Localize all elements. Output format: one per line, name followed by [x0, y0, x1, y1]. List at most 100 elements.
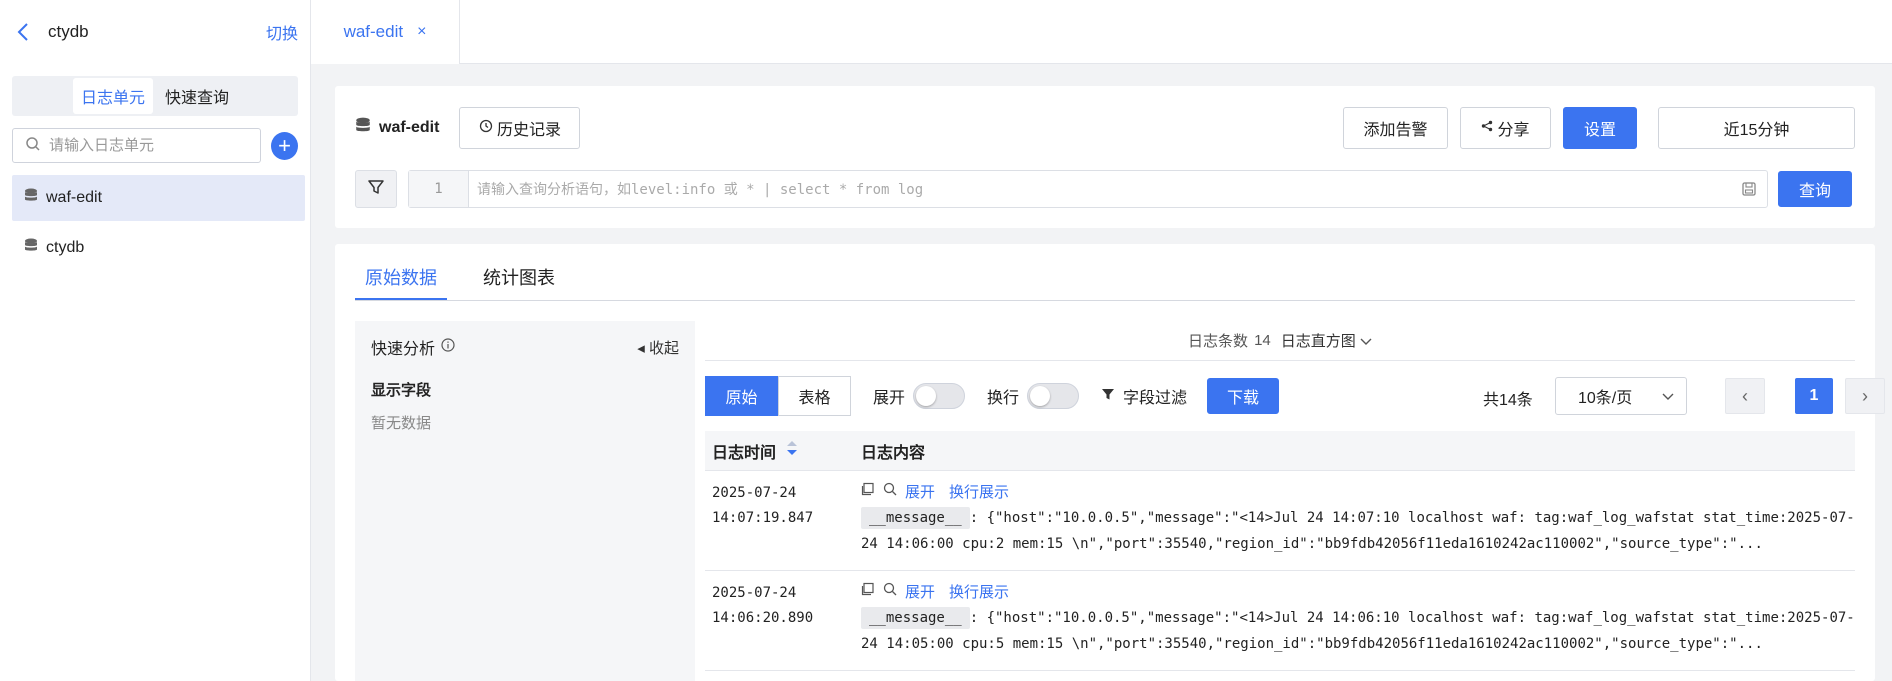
page-size-label: 10条/页	[1578, 390, 1633, 407]
column-content: 日志内容	[861, 444, 926, 462]
database-icon	[355, 117, 371, 140]
row-expand-link[interactable]: 展开	[905, 581, 935, 602]
clock-icon	[479, 119, 493, 138]
database-icon	[24, 238, 38, 259]
quick-analysis-header: 快速分析 ◂ 收起	[371, 321, 679, 373]
chevron-right-icon: ›	[1862, 385, 1868, 406]
add-alert-button[interactable]: 添加告警	[1343, 107, 1448, 149]
log-time: 2025-07-24 14:07:19.847	[705, 471, 861, 570]
log-unit-name: waf-edit	[379, 119, 440, 136]
quick-analysis-title-wrap: 快速分析	[371, 335, 455, 359]
log-message: __message__: {"host":"10.0.0.5","message…	[861, 605, 1855, 657]
search-button[interactable]: 查询	[1778, 171, 1852, 207]
tab-log-units[interactable]: 日志单元	[72, 78, 153, 114]
prev-page-button[interactable]: ‹	[1725, 378, 1765, 414]
sidebar-item-ctydb[interactable]: ctydb	[12, 225, 305, 271]
info-icon[interactable]	[441, 337, 455, 357]
tab-quick-query[interactable]: 快速查询	[157, 78, 237, 114]
share-button[interactable]: 分享	[1460, 107, 1551, 149]
tab-label: waf-edit	[343, 22, 404, 41]
search-icon[interactable]	[883, 582, 897, 600]
collapse-button[interactable]: ◂ 收起	[637, 337, 679, 358]
share-icon	[1481, 119, 1493, 137]
row-actions: 展开 换行展示	[861, 481, 1855, 501]
query-row: 1 请输入查询分析语句，如level:info 或 * | select * f…	[355, 170, 1855, 208]
field-filter-label: 字段过滤	[1123, 390, 1188, 407]
expand-toggle[interactable]	[913, 383, 966, 409]
wrap-toggle[interactable]	[1027, 383, 1080, 409]
history-button[interactable]: 历史记录	[459, 107, 581, 149]
log-clock: 14:07:19.847	[712, 510, 814, 526]
time-range-picker[interactable]: 近15分钟	[1658, 107, 1855, 149]
close-icon[interactable]: ×	[417, 23, 426, 41]
results-panel: 原始数据 统计图表 快速分析 ◂ 收起 显示字段 暂无数据 日志条数 14 日志…	[335, 244, 1885, 681]
sort-icon[interactable]	[786, 440, 798, 461]
query-editor[interactable]: 1 请输入查询分析语句，如level:info 或 * | select * f…	[408, 170, 1768, 208]
caret-left-icon: ◂	[637, 339, 645, 357]
row-wrap-link[interactable]: 换行展示	[949, 581, 1009, 602]
total-count: 共14条	[1483, 392, 1533, 409]
histogram-toggle[interactable]: 日志直方图	[1281, 330, 1372, 351]
search-icon[interactable]	[883, 482, 897, 500]
query-placeholder[interactable]: 请输入查询分析语句，如level:info 或 * | select * fro…	[469, 179, 1731, 199]
project-title: ctydb	[48, 22, 89, 41]
table-header: 日志时间 日志内容	[705, 431, 1855, 471]
copy-icon[interactable]	[861, 582, 875, 600]
wrap-label: 换行	[987, 390, 1020, 407]
next-page-button[interactable]: ›	[1845, 378, 1885, 414]
row-expand-link[interactable]: 展开	[905, 481, 935, 502]
chevron-left-icon: ‹	[1742, 385, 1748, 406]
log-unit-search-input[interactable]	[49, 137, 248, 154]
log-toolbar: 原始 表格 展开 换行 字段过滤 下载 共14条 10条/页 ‹ 1 ›	[705, 361, 1885, 431]
log-clock: 14:06:20.890	[712, 610, 814, 626]
filter-button[interactable]	[355, 170, 397, 208]
log-count: 14	[1254, 332, 1271, 349]
tab-waf-edit[interactable]: waf-edit ×	[311, 0, 460, 64]
histogram-summary: 日志条数 14 日志直方图	[705, 321, 1855, 361]
table-row: 2025-07-24 14:07:19.847 展开 换行展示 __messag…	[705, 471, 1855, 571]
tab-stats-chart[interactable]: 统计图表	[473, 244, 565, 300]
save-query-icon[interactable]	[1731, 181, 1767, 197]
time-range-label: 近15分钟	[1723, 122, 1790, 139]
tab-raw-data[interactable]: 原始数据	[355, 244, 447, 300]
current-log-unit: waf-edit	[355, 117, 439, 140]
download-label: 下载	[1227, 390, 1260, 407]
page-1-button[interactable]: 1	[1795, 378, 1833, 414]
page-size-select[interactable]: 10条/页	[1555, 377, 1687, 415]
table-row: 2025-07-24 14:06:20.890 展开 换行展示 __messag…	[705, 571, 1855, 671]
field-filter-button[interactable]: 字段过滤	[1101, 384, 1187, 408]
log-message-text: : {"host":"10.0.0.5","message":"<14>Jul …	[861, 610, 1855, 652]
line-number: 1	[409, 171, 469, 207]
switch-project-link[interactable]: 切换	[266, 20, 298, 44]
log-date: 2025-07-24	[712, 585, 797, 601]
search-label: 查询	[1798, 183, 1831, 200]
collapse-label: 收起	[648, 339, 679, 357]
database-icon	[24, 188, 38, 209]
chevron-down-icon	[1360, 333, 1372, 350]
sidebar-item-label: ctydb	[46, 239, 85, 256]
log-unit-list: waf-edit ctydb	[0, 175, 310, 271]
view-table-button[interactable]: 表格	[778, 376, 851, 416]
field-tag: __message__	[861, 507, 970, 529]
column-time[interactable]: 日志时间	[705, 439, 861, 463]
sidebar-item-waf-edit[interactable]: waf-edit	[12, 175, 305, 221]
log-time: 2025-07-24 14:06:20.890	[705, 571, 861, 670]
query-panel: waf-edit 历史记录 添加告警 分享 设置 近15分钟 1 请输入查询分析…	[335, 86, 1875, 228]
settings-label: 设置	[1583, 122, 1616, 139]
row-wrap-link[interactable]: 换行展示	[949, 481, 1009, 502]
view-raw-button[interactable]: 原始	[705, 376, 778, 416]
back-arrow-icon[interactable]	[16, 22, 36, 42]
results-tabs: 原始数据 统计图表	[355, 244, 1855, 301]
log-date: 2025-07-24	[712, 485, 797, 501]
sidebar-search-row: +	[12, 128, 298, 163]
quick-analysis-title: 快速分析	[371, 341, 436, 358]
copy-icon[interactable]	[861, 482, 875, 500]
settings-button[interactable]: 设置	[1563, 107, 1637, 149]
sidebar-search-box	[12, 128, 261, 163]
add-log-unit-button[interactable]: +	[271, 131, 298, 160]
download-button[interactable]: 下载	[1207, 378, 1280, 414]
view-mode-switch: 原始 表格	[705, 376, 851, 416]
chevron-down-icon	[1662, 388, 1674, 406]
plus-icon: +	[278, 132, 291, 158]
add-alert-label: 添加告警	[1363, 122, 1428, 139]
